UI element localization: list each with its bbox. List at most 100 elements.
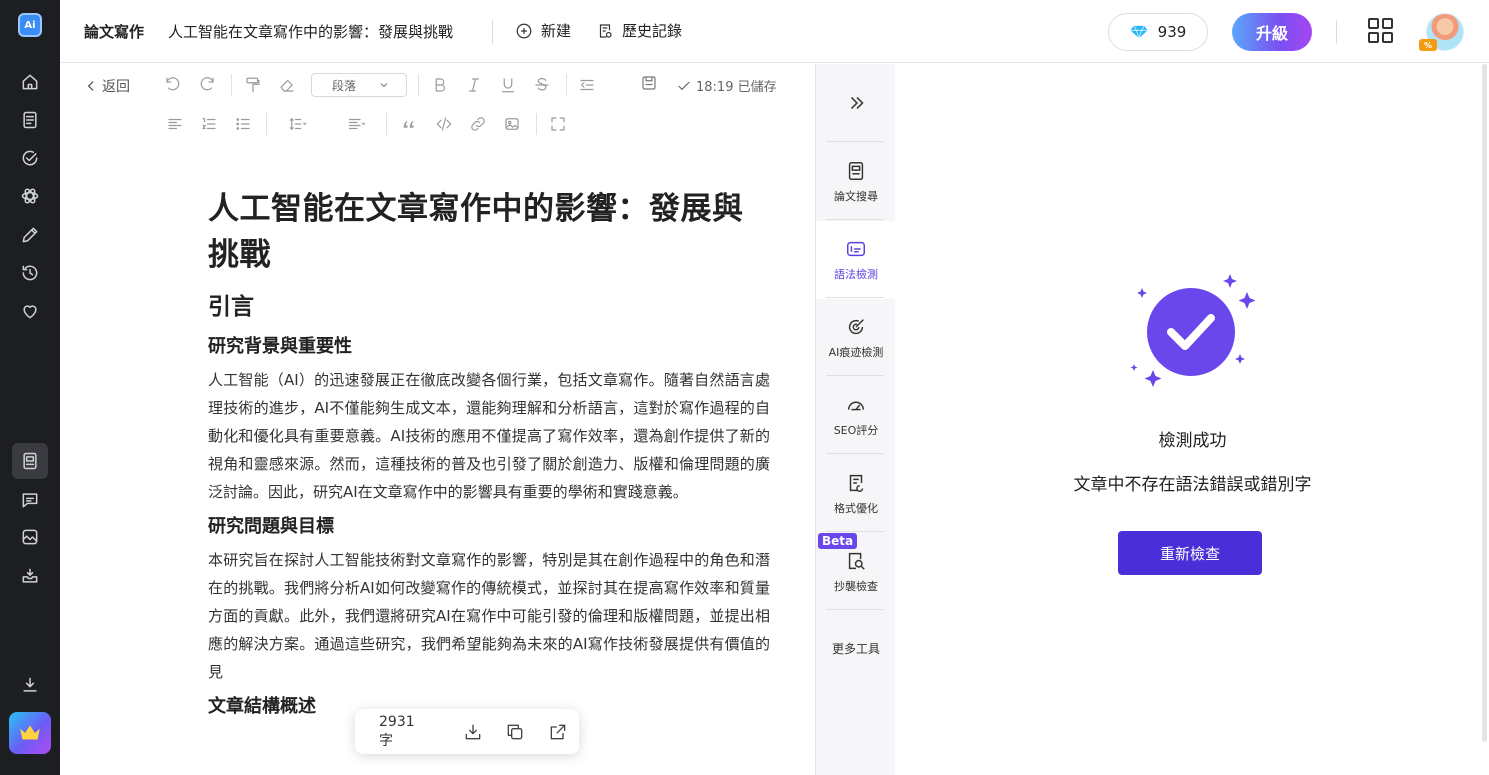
outdent-icon[interactable] <box>578 76 596 94</box>
chat-icon[interactable] <box>18 488 42 512</box>
heart-icon[interactable] <box>18 299 42 323</box>
quote-icon[interactable] <box>400 115 418 133</box>
document-icon[interactable] <box>18 108 42 132</box>
pencil-icon[interactable] <box>18 223 42 247</box>
recheck-button[interactable]: 重新檢查 <box>1118 531 1262 575</box>
fullscreen-icon[interactable] <box>549 115 567 133</box>
top-header: 論文寫作 人工智能在文章寫作中的影響：發展與挑戰 新建 歷史記錄 939 升級 … <box>60 0 1489 63</box>
section-heading-intro: 引言 <box>208 294 254 320</box>
diamond-icon <box>1129 25 1148 39</box>
format-optimize-icon <box>849 474 864 492</box>
avatar[interactable]: % <box>1419 13 1464 51</box>
tool-divider <box>826 141 884 142</box>
inbox-icon[interactable] <box>18 564 42 588</box>
download-doc-icon[interactable] <box>451 722 494 742</box>
plagiarism-search-icon <box>848 552 865 570</box>
bullet-list-icon[interactable] <box>234 115 252 133</box>
line-height-icon[interactable] <box>280 115 314 133</box>
redo-icon[interactable] <box>198 76 216 94</box>
paper-icon[interactable] <box>12 443 48 479</box>
result-panel: 檢測成功 文章中不存在語法錯誤或錯別字 重新檢查 <box>896 64 1489 775</box>
grammar-check-icon <box>847 241 865 257</box>
discount-badge: % <box>1419 39 1437 51</box>
image-insert-icon[interactable] <box>503 115 521 133</box>
tool-column: 論文搜尋 語法檢測 AI痕迹檢測 SEO評分 格式優化 Beta 抄襲檢查 更多… <box>815 64 896 775</box>
tool-divider <box>826 453 884 454</box>
chevron-left-icon <box>88 81 94 91</box>
panel-scrollbar[interactable] <box>1482 64 1487 742</box>
success-title: 檢測成功 <box>1158 431 1227 451</box>
toolbar-divider <box>536 113 537 135</box>
copy-icon[interactable] <box>494 722 537 742</box>
subheading-questions: 研究問題與目標 <box>208 516 334 537</box>
eraser-icon[interactable] <box>278 76 296 94</box>
toolbar-divider <box>566 74 567 96</box>
gem-balance[interactable]: 939 <box>1108 13 1208 51</box>
app-title: 論文寫作 <box>84 23 145 41</box>
header-divider <box>492 20 493 44</box>
paper-search-icon <box>848 162 864 180</box>
toolbar-divider <box>418 74 419 96</box>
more-tools-link[interactable]: 更多工具 <box>816 640 896 657</box>
link-icon[interactable] <box>469 115 487 133</box>
home-icon[interactable] <box>18 70 42 94</box>
format-painter-icon[interactable] <box>244 76 262 94</box>
paragraph-select[interactable]: 段落 <box>311 73 407 97</box>
tool-divider <box>826 609 884 610</box>
back-button[interactable]: 返回 <box>84 76 130 96</box>
success-check-icon <box>1130 274 1256 387</box>
italic-icon[interactable] <box>465 76 483 94</box>
tool-divider <box>826 375 884 376</box>
plus-circle-icon <box>516 23 532 38</box>
tool-grammar-check[interactable]: 語法檢測 <box>816 221 896 299</box>
word-count: 2931 字 <box>379 713 415 749</box>
ordered-list-icon[interactable] <box>200 115 218 133</box>
paragraph-questions: 本研究旨在探討人工智能技術對文章寫作的影響，特別是其在創作過程中的角色和潛在的挑… <box>208 551 770 681</box>
atom-icon[interactable] <box>18 184 42 208</box>
toolbar-divider <box>231 74 232 96</box>
document-body[interactable]: 人工智能在文章寫作中的影響：發展與挑戰 引言 研究背景與重要性 人工智能（AI）… <box>208 186 770 722</box>
tool-divider <box>826 531 884 532</box>
history-button[interactable]: 歷史記錄 <box>596 20 682 41</box>
app-logo[interactable]: Ai <box>18 13 42 37</box>
check-icon <box>678 81 690 90</box>
tool-ai-detect[interactable]: AI痕迹檢測 <box>816 299 896 377</box>
bold-icon[interactable] <box>431 76 449 94</box>
document-heading: 人工智能在文章寫作中的影響：發展與挑戰 <box>208 191 744 273</box>
tool-format-optimize[interactable]: 格式優化 <box>816 455 896 533</box>
history-icon[interactable] <box>18 261 42 285</box>
strikethrough-icon[interactable] <box>533 76 551 94</box>
tool-plagiarism-check[interactable]: 抄襲檢查 <box>816 533 896 611</box>
open-external-icon[interactable] <box>536 722 579 742</box>
editor-toolbar: 返回 段落 18:19 已儲存 <box>60 64 815 144</box>
undo-icon[interactable] <box>164 76 182 94</box>
tool-seo-score[interactable]: SEO評分 <box>816 377 896 455</box>
crown-icon[interactable] <box>9 712 51 754</box>
upgrade-button[interactable]: 升級 <box>1232 13 1312 51</box>
check-circle-icon[interactable] <box>18 146 42 170</box>
document-title[interactable]: 人工智能在文章寫作中的影響：發展與挑戰 <box>168 21 453 42</box>
apps-grid-icon[interactable] <box>1368 18 1394 44</box>
double-chevron-right-icon[interactable] <box>846 92 868 118</box>
save-doc-icon[interactable] <box>640 74 658 92</box>
toolbar-divider <box>386 113 387 135</box>
text-align-icon[interactable] <box>340 115 374 133</box>
save-status: 18:19 已儲存 <box>676 76 777 95</box>
subheading-background: 研究背景與重要性 <box>208 336 352 357</box>
code-icon[interactable] <box>435 115 453 133</box>
floating-word-bar: 2931 字 <box>355 709 579 754</box>
tool-paper-search[interactable]: 論文搜尋 <box>816 143 896 221</box>
success-message: 文章中不存在語法錯誤或錯別字 <box>1073 475 1312 495</box>
header-divider-2 <box>1336 20 1337 44</box>
toolbar-divider <box>266 113 267 135</box>
underline-icon[interactable] <box>499 76 517 94</box>
align-left-icon[interactable] <box>166 115 184 133</box>
gauge-icon <box>847 401 865 411</box>
new-button[interactable]: 新建 <box>515 20 571 41</box>
chevron-down-icon <box>380 83 388 88</box>
download-icon[interactable] <box>18 673 42 697</box>
history-doc-icon <box>599 23 612 38</box>
image-icon[interactable] <box>18 525 42 549</box>
tool-divider <box>826 297 884 298</box>
tool-divider <box>826 219 884 220</box>
